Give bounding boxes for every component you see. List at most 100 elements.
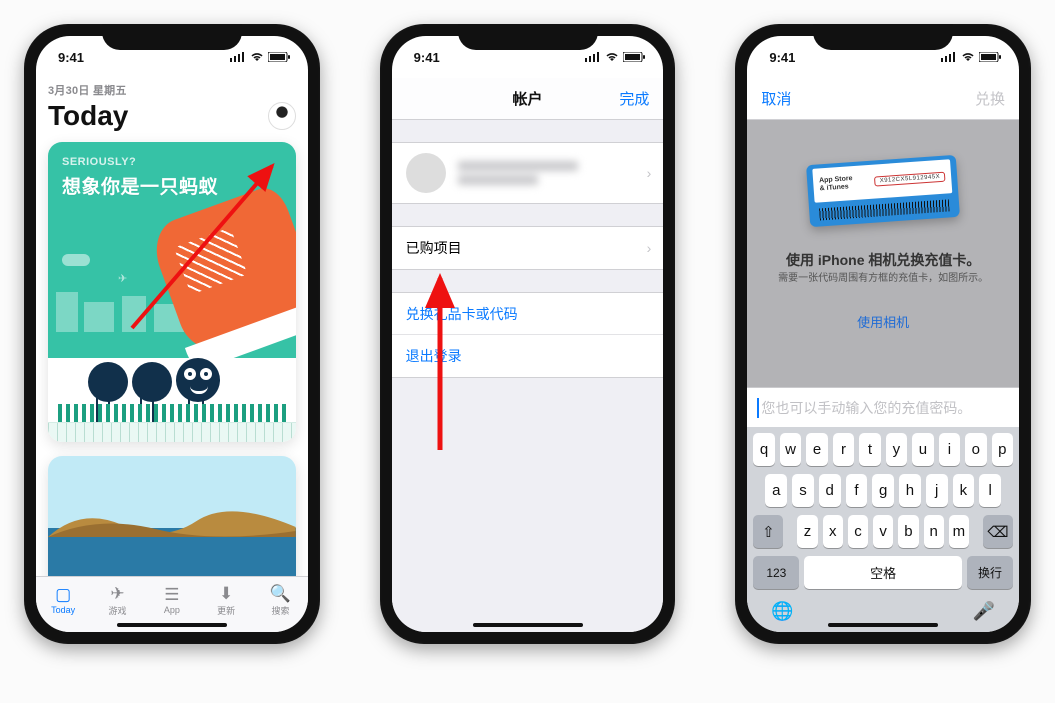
key-g[interactable]: g bbox=[872, 474, 894, 507]
key-123[interactable]: 123 bbox=[753, 556, 799, 589]
tab-games[interactable]: ✈ 游戏 bbox=[90, 577, 144, 624]
key-r[interactable]: r bbox=[833, 433, 854, 466]
layers-icon: ☰ bbox=[164, 586, 179, 603]
keyboard-row-2: a s d f g h j k l bbox=[753, 474, 1013, 507]
row-signout[interactable]: 退出登录 bbox=[392, 335, 664, 377]
group-purchased: 已购项目 › bbox=[392, 226, 664, 270]
mic-icon[interactable]: 🎤 bbox=[973, 601, 995, 622]
tab-label: App bbox=[164, 605, 180, 615]
tab-apps[interactable]: ☰ App bbox=[145, 577, 199, 624]
home-indicator[interactable] bbox=[473, 623, 583, 627]
tab-search[interactable]: 🔍 搜索 bbox=[253, 577, 307, 624]
key-i[interactable]: i bbox=[939, 433, 960, 466]
account-avatar[interactable] bbox=[268, 102, 296, 130]
key-d[interactable]: d bbox=[819, 474, 841, 507]
account-body[interactable]: › 已购项目 › 兑换礼品卡或代码 退出登录 bbox=[392, 120, 664, 632]
redeem-navbar: 取消 兑换 bbox=[747, 78, 1019, 120]
done-button[interactable]: 完成 bbox=[619, 88, 649, 109]
row-appleid[interactable]: › bbox=[392, 143, 664, 203]
status-time: 9:41 bbox=[58, 50, 84, 65]
key-j[interactable]: j bbox=[926, 474, 948, 507]
keyboard-row-4: 123 空格 换行 bbox=[753, 556, 1013, 589]
phone-today: 9:41 3月30日 星期五 Today SERIOUSLY? bbox=[24, 24, 320, 644]
signal-icon bbox=[230, 52, 246, 62]
key-b[interactable]: b bbox=[898, 515, 918, 548]
key-u[interactable]: u bbox=[912, 433, 933, 466]
key-t[interactable]: t bbox=[859, 433, 880, 466]
key-z[interactable]: z bbox=[797, 515, 817, 548]
wifi-icon bbox=[605, 52, 619, 62]
home-indicator[interactable] bbox=[117, 623, 227, 627]
signal-icon bbox=[941, 52, 957, 62]
phone-redeem: 9:41 取消 兑换 App Store & iTunes X912 bbox=[735, 24, 1031, 644]
key-w[interactable]: w bbox=[780, 433, 801, 466]
home-indicator[interactable] bbox=[828, 623, 938, 627]
keyboard-row-1: q w e r t y u i o p bbox=[753, 433, 1013, 466]
featured-card-desert[interactable] bbox=[48, 456, 296, 576]
avatar bbox=[406, 153, 446, 193]
battery-icon bbox=[979, 52, 1001, 62]
keyboard-row-3: ⇧ z x c v b n m ⌫ bbox=[753, 515, 1013, 548]
rocket-icon: ✈ bbox=[110, 585, 124, 602]
key-p[interactable]: p bbox=[992, 433, 1013, 466]
key-f[interactable]: f bbox=[846, 474, 868, 507]
backspace-icon: ⌫ bbox=[987, 523, 1008, 541]
key-n[interactable]: n bbox=[924, 515, 944, 548]
ant-art bbox=[88, 358, 220, 402]
today-icon: ▢ bbox=[55, 586, 71, 603]
tab-today[interactable]: ▢ Today bbox=[36, 577, 90, 624]
redeem-title: 使用 iPhone 相机兑换充值卡。 bbox=[747, 250, 1019, 270]
gift-code: X912CX5L912945X bbox=[875, 172, 946, 187]
use-camera-link[interactable]: 使用相机 bbox=[747, 312, 1019, 331]
ruler-art bbox=[48, 422, 296, 442]
input-placeholder: 您也可以手动输入您的充值密码。 bbox=[761, 398, 971, 418]
group-account: › bbox=[392, 142, 664, 204]
key-return[interactable]: 换行 bbox=[967, 556, 1013, 589]
page-title: Today bbox=[48, 100, 128, 132]
battery-icon bbox=[268, 52, 290, 62]
key-o[interactable]: o bbox=[965, 433, 986, 466]
blurred-account-info bbox=[458, 161, 578, 185]
redeem-button[interactable]: 兑换 bbox=[975, 88, 1005, 109]
key-space[interactable]: 空格 bbox=[804, 556, 962, 589]
key-a[interactable]: a bbox=[765, 474, 787, 507]
cancel-button[interactable]: 取消 bbox=[761, 88, 791, 109]
key-h[interactable]: h bbox=[899, 474, 921, 507]
wifi-icon bbox=[961, 52, 975, 62]
key-m[interactable]: m bbox=[949, 515, 969, 548]
key-q[interactable]: q bbox=[753, 433, 774, 466]
text-cursor bbox=[757, 398, 759, 418]
today-body[interactable]: 3月30日 星期五 Today SERIOUSLY? 想象你是一只蚂蚁 ✈ bbox=[36, 78, 308, 576]
battery-icon bbox=[623, 52, 645, 62]
key-c[interactable]: c bbox=[848, 515, 868, 548]
tab-label: Today bbox=[51, 605, 75, 615]
row-label: 已购项目 bbox=[406, 238, 462, 258]
download-icon: ⬇ bbox=[219, 585, 233, 602]
key-y[interactable]: y bbox=[886, 433, 907, 466]
card-headline: 想象你是一只蚂蚁 bbox=[62, 172, 218, 199]
code-input[interactable]: 您也可以手动输入您的充值密码。 bbox=[747, 387, 1019, 427]
tab-label: 更新 bbox=[217, 604, 235, 617]
row-purchased[interactable]: 已购项目 › bbox=[392, 227, 664, 269]
tab-updates[interactable]: ⬇ 更新 bbox=[199, 577, 253, 624]
status-time: 9:41 bbox=[414, 50, 440, 65]
today-title-row: Today bbox=[48, 100, 296, 132]
key-k[interactable]: k bbox=[953, 474, 975, 507]
key-s[interactable]: s bbox=[792, 474, 814, 507]
globe-icon[interactable]: 🌐 bbox=[771, 601, 793, 622]
screen-redeem: 9:41 取消 兑换 App Store & iTunes X912 bbox=[747, 36, 1019, 632]
key-x[interactable]: x bbox=[823, 515, 843, 548]
row-label: 兑换礼品卡或代码 bbox=[406, 304, 518, 324]
row-redeem[interactable]: 兑换礼品卡或代码 bbox=[392, 293, 664, 335]
key-e[interactable]: e bbox=[806, 433, 827, 466]
key-v[interactable]: v bbox=[873, 515, 893, 548]
key-shift[interactable]: ⇧ bbox=[753, 515, 783, 548]
wifi-icon bbox=[250, 52, 264, 62]
key-l[interactable]: l bbox=[979, 474, 1001, 507]
shoe-art bbox=[146, 182, 296, 361]
notch bbox=[102, 24, 242, 50]
status-icons bbox=[585, 52, 645, 62]
nav-title: 帐户 bbox=[513, 88, 543, 109]
featured-card-ant[interactable]: SERIOUSLY? 想象你是一只蚂蚁 ✈ bbox=[48, 142, 296, 442]
key-backspace[interactable]: ⌫ bbox=[983, 515, 1013, 548]
